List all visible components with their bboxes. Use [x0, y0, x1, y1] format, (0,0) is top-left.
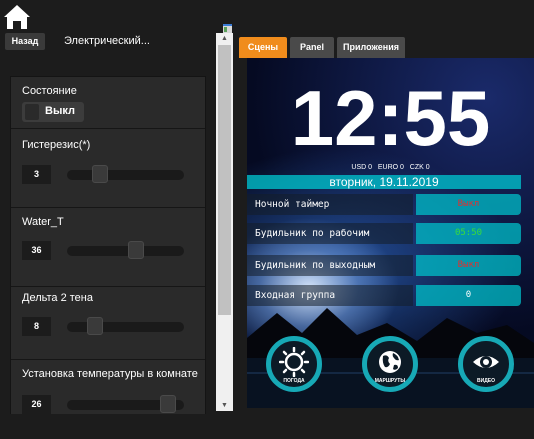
row-label: Входная группа — [247, 285, 413, 306]
scroll-thumb[interactable] — [218, 45, 231, 315]
row-value[interactable]: 0 — [416, 285, 521, 306]
slider-thumb[interactable] — [128, 241, 144, 259]
scroll-down-arrow-icon[interactable]: ▼ — [216, 400, 233, 411]
back-button[interactable]: Назад — [5, 33, 45, 50]
alarm-workdays-row[interactable]: Будильник по рабочим 05:50 — [247, 223, 521, 244]
tab-bar: Сцены Panel Приложения — [236, 37, 534, 58]
weather-button[interactable]: ПОГОДА — [266, 336, 322, 392]
row-value[interactable]: Выкл — [416, 255, 521, 276]
slider-thumb[interactable] — [87, 317, 103, 335]
bottom-bar — [0, 414, 534, 439]
delta-slider[interactable] — [67, 317, 184, 335]
row-label: Ночной таймер — [247, 194, 413, 215]
scrollbar[interactable]: ▲ ▼ — [216, 33, 233, 411]
clock-time: 12:55 — [290, 74, 491, 162]
euro-rate: EURO 0 — [377, 164, 404, 171]
weather-label: ПОГОДА — [283, 378, 305, 384]
hysteresis-value[interactable]: 3 — [22, 165, 51, 184]
eye-icon — [473, 356, 499, 368]
row-value[interactable]: Выкл — [416, 194, 521, 215]
state-value: Выкл — [45, 105, 75, 117]
hysteresis-slider[interactable] — [67, 165, 184, 183]
routes-label: МАРШРУТЫ — [374, 378, 406, 384]
video-button[interactable]: ВИДЕО — [458, 336, 514, 392]
scene-dashboard: 12:55 USD 0 EURO 0 CZK 0 вторник, 19.11.… — [247, 58, 534, 408]
globe-icon — [379, 351, 401, 373]
alarm-weekend-row[interactable]: Будильник по выходным Выкл — [247, 255, 521, 276]
delta-section: Дельта 2 тена 8 — [11, 287, 205, 360]
slider-thumb[interactable] — [92, 165, 108, 183]
room-temp-value[interactable]: 26 — [22, 395, 51, 414]
water-t-section: Water_T 36 — [11, 208, 205, 287]
room-temp-label: Установка температуры в комнате — [22, 368, 198, 380]
sun-icon — [279, 347, 309, 377]
device-settings-panel: Состояние Выкл Гистерезис(*) 3 Water_T 3… — [10, 76, 206, 418]
room-temp-section: Установка температуры в комнате 26 — [11, 360, 205, 417]
video-label: ВИДЕО — [477, 378, 495, 384]
row-value[interactable]: 05:50 — [416, 223, 521, 244]
state-label: Состояние — [22, 85, 77, 97]
water-t-value[interactable]: 36 — [22, 241, 51, 260]
water-t-label: Water_T — [22, 216, 64, 228]
toggle-box — [25, 104, 39, 120]
usd-rate: USD 0 — [351, 164, 373, 171]
delta-value[interactable]: 8 — [22, 317, 51, 336]
top-bar — [0, 0, 534, 34]
delta-label: Дельта 2 тена — [22, 292, 93, 304]
panel-title: Электрический... — [64, 35, 150, 47]
water-t-slider[interactable] — [67, 241, 184, 259]
row-label: Будильник по рабочим — [247, 223, 413, 244]
currency-rates: USD 0 EURO 0 CZK 0 — [247, 164, 534, 171]
date-display: вторник, 19.11.2019 — [247, 175, 521, 189]
tab-scenes[interactable]: Сцены — [239, 37, 287, 58]
czk-rate: CZK 0 — [409, 164, 430, 171]
row-label: Будильник по выходным — [247, 255, 413, 276]
routes-button[interactable]: МАРШРУТЫ — [362, 336, 418, 392]
scroll-up-arrow-icon[interactable]: ▲ — [216, 33, 233, 44]
home-icon[interactable] — [2, 3, 32, 31]
state-toggle-button[interactable]: Выкл — [22, 102, 84, 122]
night-timer-row[interactable]: Ночной таймер Выкл — [247, 194, 521, 215]
slider-thumb[interactable] — [160, 395, 176, 413]
state-section: Состояние Выкл — [11, 77, 205, 129]
hysteresis-section: Гистерезис(*) 3 — [11, 129, 205, 208]
tab-apps[interactable]: Приложения — [337, 37, 405, 58]
hysteresis-label: Гистерезис(*) — [22, 139, 91, 151]
window-icon[interactable] — [223, 24, 232, 33]
tab-panel[interactable]: Panel — [290, 37, 334, 58]
entrance-group-row[interactable]: Входная группа 0 — [247, 285, 521, 306]
room-temp-slider[interactable] — [67, 395, 184, 413]
